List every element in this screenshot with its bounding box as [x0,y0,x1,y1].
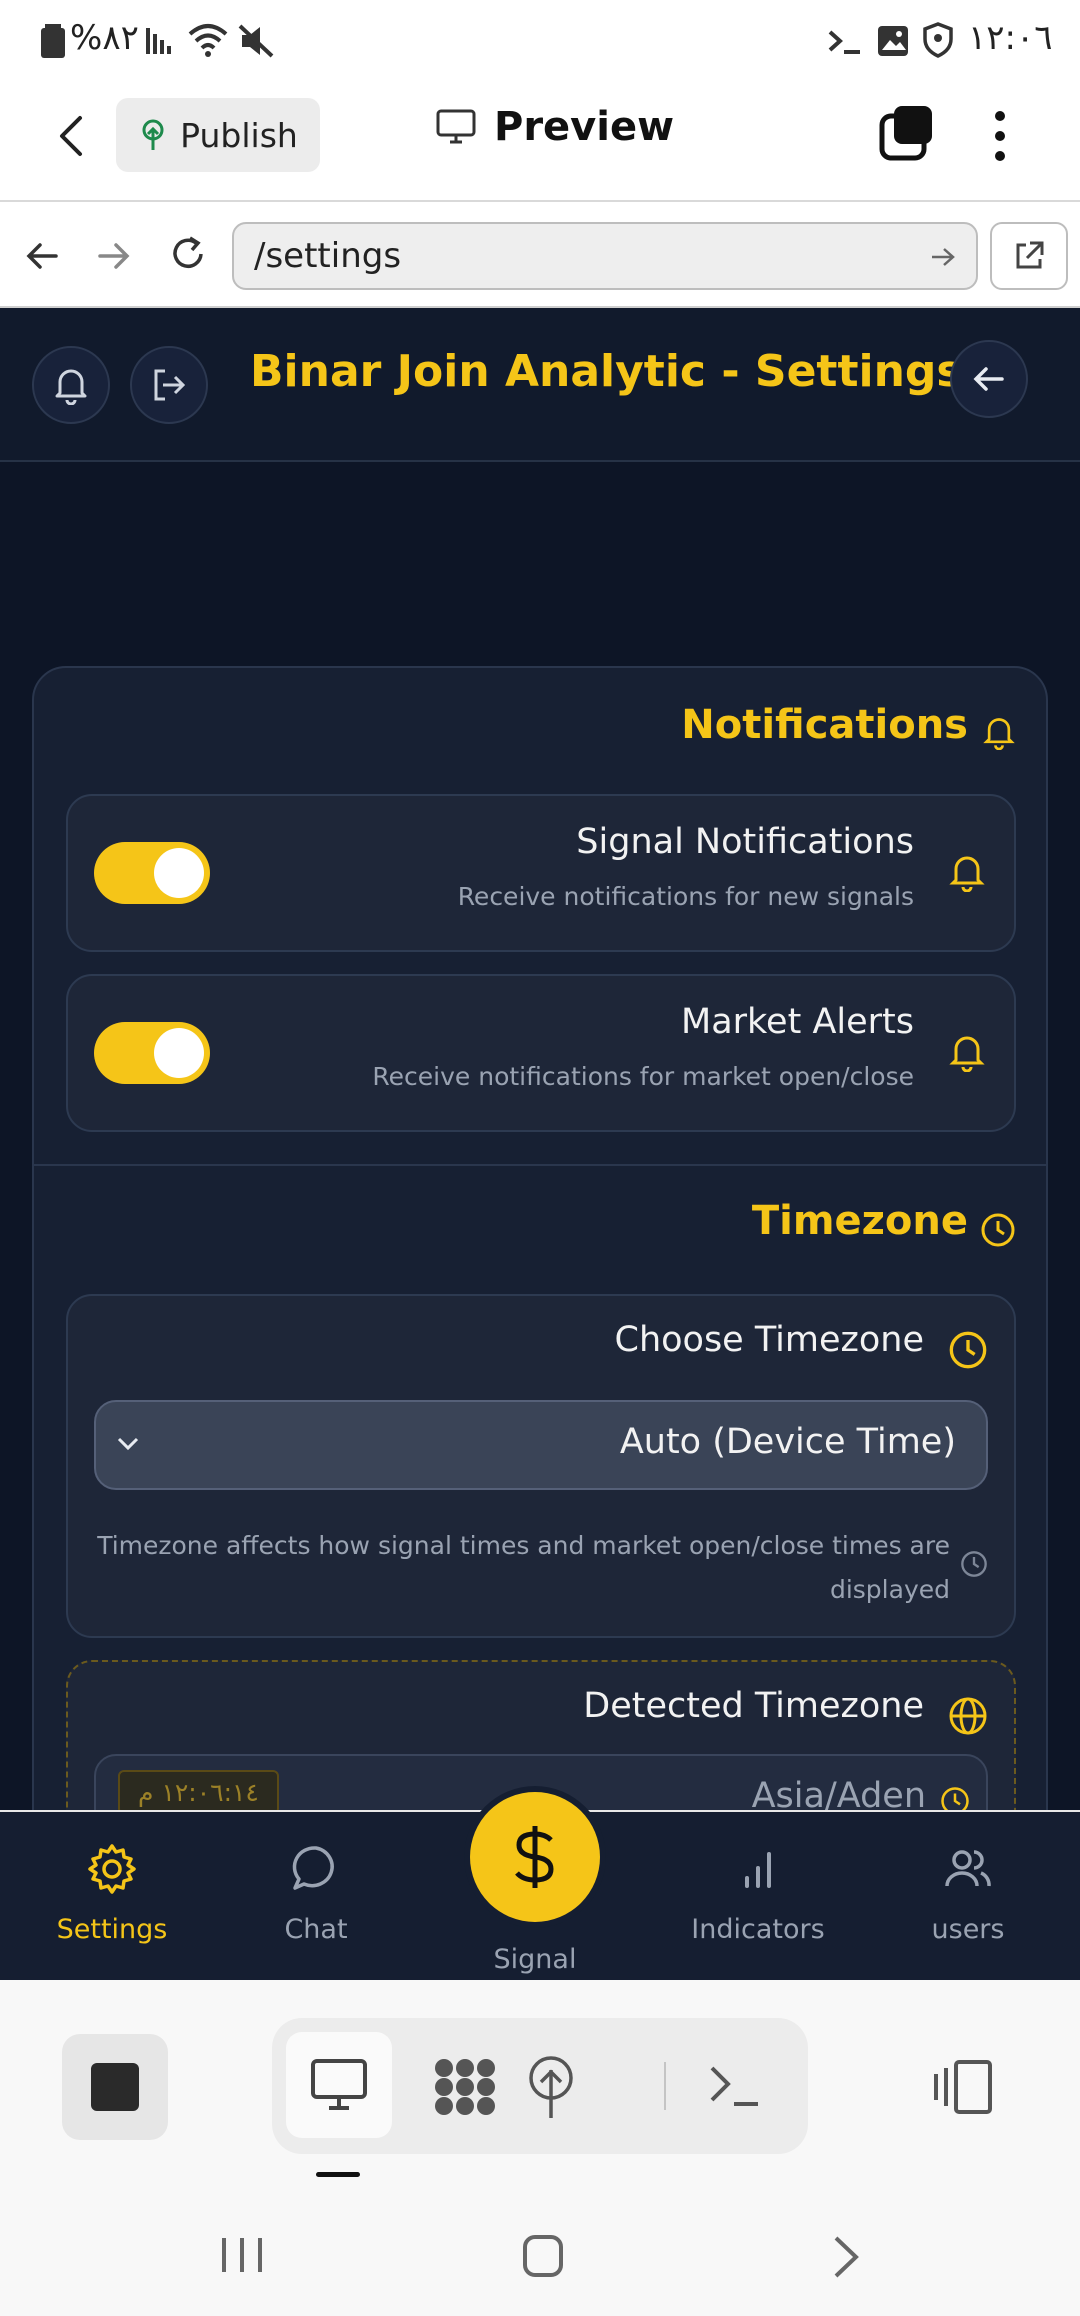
app-header: Publish Preview [0,82,1080,202]
nav-settings[interactable]: Settings [22,1842,202,1945]
view-mode-group [272,2018,808,2154]
timezone-select[interactable]: Auto (Device Time) [94,1400,988,1490]
notifications-title: Notifications [681,702,968,748]
stop-icon [91,2063,139,2111]
row-subtitle: Receive notifications for new signals [457,882,914,911]
notifications-button[interactable] [32,346,110,424]
nav-signal-button[interactable] [470,1792,600,1922]
timezone-selected-value: Auto (Device Time) [619,1422,956,1462]
code-blocks-icon[interactable] [432,2056,498,2118]
dollar-icon [515,1826,554,1888]
home-icon[interactable] [522,2234,564,2278]
detected-time-badge: ١٢:٠٦:١٤ م [118,1770,279,1815]
mute-icon [238,24,274,58]
nav-users[interactable]: users [878,1842,1058,1945]
bell-icon [949,1036,985,1072]
shield-icon [923,22,953,58]
publish-button[interactable]: Publish [116,98,320,172]
active-tab-indicator [316,2172,360,2177]
wifi-icon [188,24,228,57]
logout-button[interactable] [130,346,208,424]
preview-toolbar [0,1980,1080,2200]
url-input[interactable]: /settings [232,222,978,290]
battery-percent: %٨٢ [70,18,139,58]
go-arrow-icon[interactable] [930,246,956,268]
browser-back-icon[interactable] [24,238,60,274]
preview-title: Preview [436,104,674,150]
row-title: Signal Notifications [576,822,914,862]
nav-users-label: users [931,1914,1005,1945]
market-alerts-row: Market Alerts Receive notifications for … [66,974,1016,1132]
publish-icon [142,119,164,150]
clock-icon [981,1213,1015,1247]
terminal-status-icon [828,30,860,54]
app-view: Binar Join Analytic - Settings Notificat… [0,308,1080,1980]
detected-timezone-label: Detected Timezone [583,1686,924,1726]
timezone-hint: Timezone affects how signal times and ma… [97,1531,950,1604]
choose-timezone-panel: Choose Timezone Auto (Device Time) Timez… [66,1294,1016,1638]
more-vert-icon[interactable] [990,108,1010,164]
browser-forward-icon[interactable] [96,238,132,274]
choose-timezone-label: Choose Timezone [614,1320,925,1360]
chat-icon [292,1846,334,1890]
signal-bars-icon [146,28,171,54]
open-external-button[interactable] [990,222,1068,290]
gear-icon [88,1844,136,1894]
image-icon [878,26,908,56]
browser-bar: /settings [0,204,1080,308]
bar-chart-icon [745,1852,771,1888]
users-icon [945,1850,991,1887]
logout-icon [154,369,186,401]
row-title: Market Alerts [681,1002,914,1042]
toolbar-divider [664,2062,666,2110]
status-time: ١٢:٠٦ [968,18,1053,58]
nav-signal-label: Signal [493,1944,577,1975]
publish-label: Publish [180,115,298,155]
row-subtitle: Receive notifications for market open/cl… [372,1062,914,1091]
app-title: Binar Join Analytic - Settings [250,346,963,397]
signal-notifications-row: Signal Notifications Receive notificatio… [66,794,1016,952]
timezone-title: Timezone [751,1198,968,1244]
bell-icon [55,369,87,405]
clock-icon [961,1551,987,1577]
external-link-icon [1016,241,1044,269]
nav-chat[interactable]: Chat [226,1842,406,1945]
settings-card: Notifications Signal Notifications Recei… [32,666,1048,1980]
status-bar: %٨٢ ١٢:٠٦ [0,0,1080,82]
nav-settings-label: Settings [56,1914,168,1945]
globe-icon [949,1697,987,1735]
nav-indicators-label: Indicators [691,1914,825,1945]
preview-mode-button[interactable] [286,2032,392,2138]
nav-back-icon[interactable] [830,2234,862,2280]
app-top-bar: Binar Join Analytic - Settings [0,308,1080,462]
battery-icon [41,24,65,58]
tabs-icon[interactable] [878,104,936,162]
system-nav-bar [0,2200,1080,2316]
url-text: /settings [254,236,402,276]
back-chevron-icon[interactable] [56,114,86,158]
market-alerts-toggle[interactable] [94,1022,210,1084]
recent-apps-icon[interactable] [218,2234,266,2276]
reload-icon[interactable] [168,234,208,274]
chevron-down-icon [117,1437,139,1451]
preview-label: Preview [494,104,675,150]
section-divider [34,1164,1046,1166]
terminal-icon[interactable] [708,2062,762,2110]
monitor-icon [436,109,476,144]
arrow-left-icon [973,367,1004,391]
bell-icon [949,856,985,892]
bell-icon [983,718,1015,750]
clock-icon [949,1331,987,1369]
split-view-icon[interactable] [932,2058,994,2116]
stop-button[interactable] [62,2034,168,2140]
deploy-icon[interactable] [522,2054,580,2120]
nav-chat-label: Chat [284,1914,348,1945]
signal-notifications-toggle[interactable] [94,842,210,904]
app-back-button[interactable] [950,340,1028,418]
nav-indicators[interactable]: Indicators [668,1842,848,1945]
monitor-icon [311,2059,367,2110]
